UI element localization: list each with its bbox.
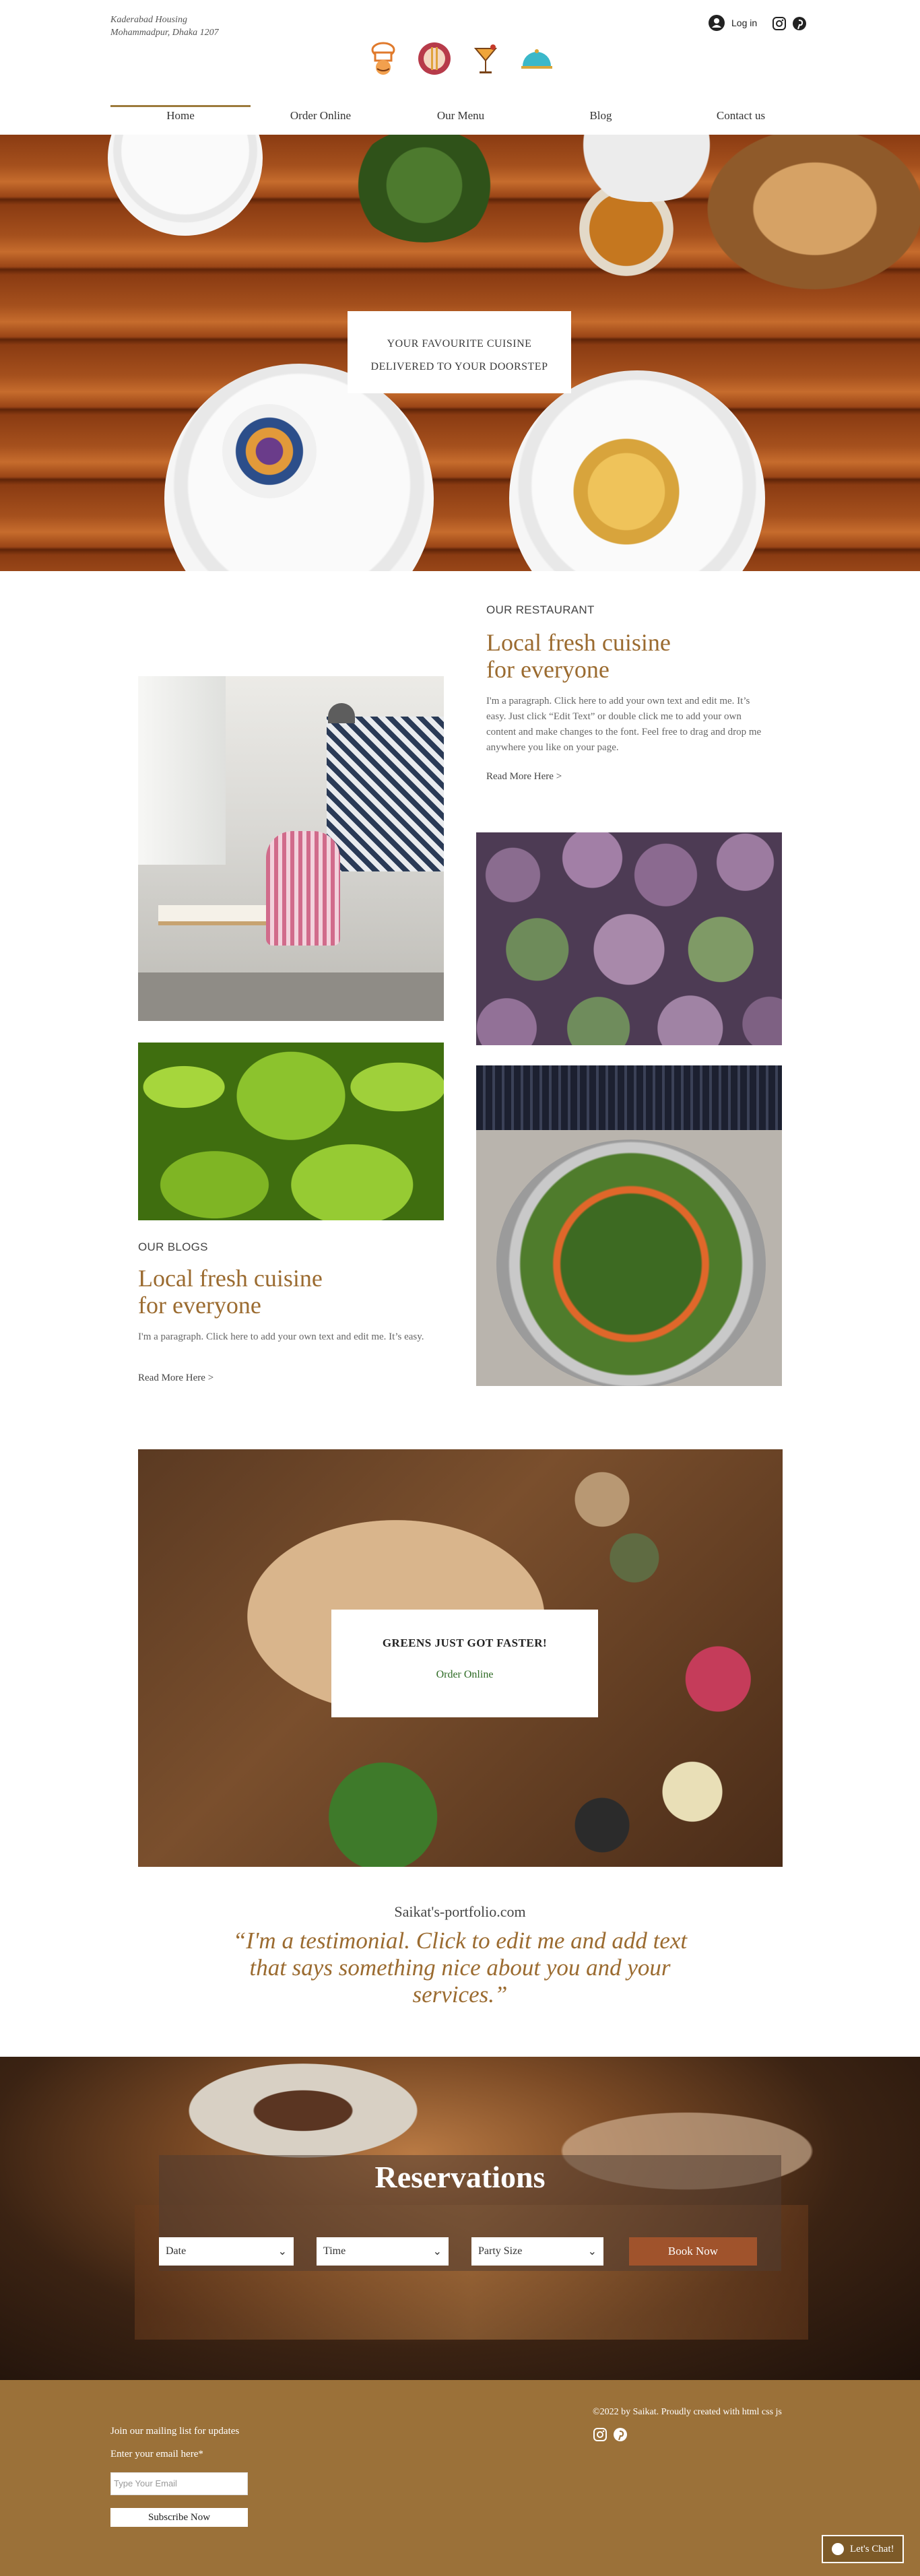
- address-line-2: Mohammadpur, Dhaka 1207: [110, 28, 219, 38]
- time-select-label: Time: [323, 2245, 346, 2257]
- login-button[interactable]: Log in: [709, 15, 757, 31]
- mailing-list-text: Join our mailing list for updates: [110, 2426, 240, 2437]
- chat-bubble-icon: [832, 2543, 844, 2555]
- hero-pasta: [559, 424, 694, 559]
- apron-stripes: [476, 1065, 782, 1130]
- book-now-button[interactable]: Book Now: [629, 2237, 757, 2266]
- cafe-window: [138, 676, 226, 865]
- restaurant-read-more-link[interactable]: Read More Here >: [486, 771, 562, 783]
- lettuce-photo: [138, 1043, 444, 1220]
- login-label: Log in: [731, 18, 758, 28]
- nav-item-blog[interactable]: Blog: [531, 100, 671, 131]
- blogs-read-more-link[interactable]: Read More Here >: [138, 1373, 213, 1384]
- salad-bowl-photo: [476, 1065, 782, 1386]
- chevron-down-icon: ⌄: [277, 2246, 287, 2257]
- restaurant-title: Local fresh cuisine for everyone: [486, 629, 671, 683]
- pinterest-icon[interactable]: [792, 16, 807, 31]
- user-icon: [709, 15, 725, 31]
- hero-herb-pot: [350, 135, 498, 242]
- reservations-title: Reservations: [374, 2160, 546, 2194]
- instagram-icon[interactable]: [772, 16, 787, 31]
- chat-button[interactable]: Let's Chat!: [822, 2535, 904, 2563]
- nav-item-our-menu[interactable]: Our Menu: [391, 100, 531, 131]
- email-input[interactable]: Type Your Email: [110, 2472, 248, 2495]
- cafe-person: [266, 831, 340, 946]
- knife-fork-icon: [418, 42, 451, 75]
- hero-plate-top-left: [108, 135, 263, 236]
- hero-caption: YOUR FAVOURITE CUISINE DELIVERED TO YOUR…: [348, 311, 571, 393]
- time-select[interactable]: Time ⌄: [317, 2237, 449, 2266]
- blogs-title-line-2: for everyone: [138, 1292, 261, 1319]
- nav-item-home[interactable]: Home: [110, 100, 251, 131]
- date-select-label: Date: [166, 2245, 187, 2257]
- artichoke-texture: [476, 832, 782, 1045]
- restaurant-label: OUR RESTAURANT: [486, 603, 595, 616]
- testimonial-author: Saikat's-portfolio.com: [394, 1903, 526, 1920]
- chat-label: Let's Chat!: [850, 2543, 894, 2554]
- greens-banner-card: GREENS JUST GOT FASTER! Order Online: [331, 1610, 598, 1717]
- blogs-label: OUR BLOGS: [138, 1241, 208, 1253]
- reservation-plate: [189, 2063, 418, 2158]
- restaurant-title-line-2: for everyone: [486, 656, 610, 683]
- subscribe-button[interactable]: Subscribe Now: [110, 2508, 248, 2527]
- blogs-title-line-1: Local fresh cuisine: [138, 1265, 323, 1292]
- nav-item-contact[interactable]: Contact us: [671, 100, 811, 131]
- chef-icon: [371, 42, 395, 75]
- chevron-down-icon: ⌄: [587, 2246, 597, 2257]
- cocktail-icon: [473, 44, 498, 73]
- hero-line-1: YOUR FAVOURITE CUISINE: [387, 338, 532, 350]
- main-nav: Home Order Online Our Menu Blog Contact …: [110, 100, 811, 131]
- hero-line-2: DELIVERED TO YOUR DOORSTEP: [370, 361, 548, 372]
- chevron-down-icon: ⌄: [432, 2246, 442, 2257]
- blogs-title: Local fresh cuisine for everyone: [138, 1265, 323, 1319]
- email-label: Enter your email here*: [110, 2449, 203, 2459]
- social-links-footer: [593, 2427, 628, 2442]
- social-links-top: [772, 16, 807, 31]
- banner-order-online-link[interactable]: Order Online: [436, 1669, 494, 1681]
- restaurant-paragraph: I'm a paragraph. Click here to add your …: [486, 696, 762, 753]
- testimonial-quote: “I'm a testimonial. Click to edit me and…: [232, 1927, 688, 2008]
- instagram-icon[interactable]: [593, 2427, 607, 2442]
- logo-group[interactable]: [364, 39, 556, 78]
- party-size-select-label: Party Size: [478, 2245, 523, 2257]
- party-size-select[interactable]: Party Size ⌄: [471, 2237, 603, 2266]
- blogs-paragraph: I'm a paragraph. Click here to add your …: [138, 1331, 424, 1342]
- date-select[interactable]: Date ⌄: [159, 2237, 294, 2266]
- cafe-tiles: [327, 717, 444, 871]
- artichoke-photo: [476, 832, 782, 1045]
- cafe-floor: [138, 972, 444, 1021]
- food-dome-icon: [521, 49, 552, 69]
- copyright-text: ©2022 by Saikat. Proudly created with ht…: [593, 2407, 782, 2417]
- hero-bread-basket: [707, 135, 920, 290]
- banner-title: GREENS JUST GOT FASTER!: [382, 1637, 548, 1649]
- hero-plate-top-right: [559, 135, 734, 202]
- hero-fruit-bowl: [222, 404, 317, 498]
- address-line-1: Kaderabad Housing: [110, 15, 187, 25]
- cafe-lamp: [328, 703, 355, 723]
- restaurant-title-line-1: Local fresh cuisine: [486, 629, 671, 656]
- address: Kaderabad Housing Mohammadpur, Dhaka 120…: [110, 13, 219, 39]
- salad-bowl: [496, 1140, 766, 1386]
- pinterest-icon[interactable]: [613, 2427, 628, 2442]
- nav-item-order-online[interactable]: Order Online: [251, 100, 391, 131]
- cafe-photo: [138, 676, 444, 1021]
